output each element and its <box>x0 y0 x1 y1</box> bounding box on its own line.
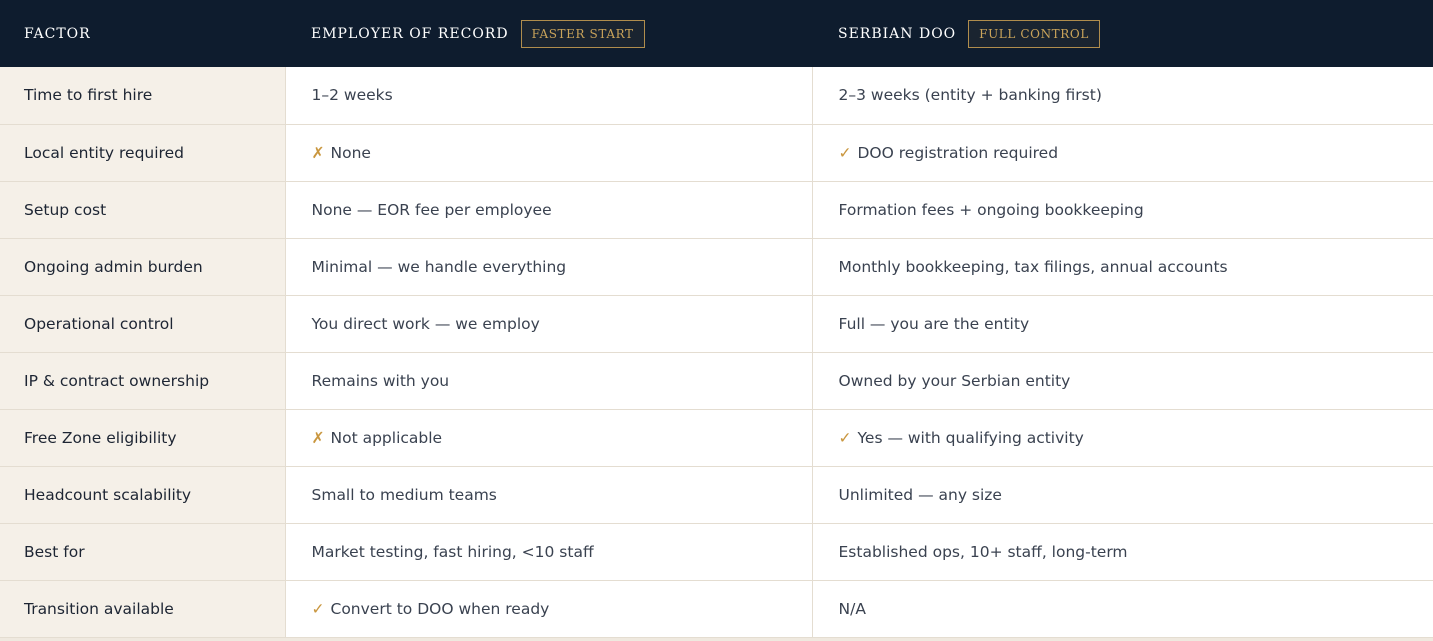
table-row: Free Zone eligibility ✗ Not applicable ✓ Y… <box>0 409 1433 467</box>
factor-cell: Local entity required <box>0 124 286 182</box>
eor-cell: 1–2 weeks <box>285 67 813 125</box>
factor-cell: Headcount scalability <box>0 466 286 524</box>
factor-cell: Free Zone eligibility <box>0 409 286 467</box>
factor-cell: Operational control <box>0 295 286 353</box>
faster-start-badge: FASTER START <box>520 19 645 48</box>
doo-cell: Formation fees + ongoing bookkeeping <box>812 181 1433 239</box>
table-row: Operational control You direct work — we… <box>0 295 1433 353</box>
table-row: Setup cost None — EOR fee per employee F… <box>0 181 1433 239</box>
doo-cell: Established ops, 10+ staff, long-term <box>812 523 1433 581</box>
eor-cell: ✗ Not applicable <box>285 409 813 467</box>
factor-cell: Setup cost <box>0 181 286 239</box>
cross-icon: ✗ <box>311 143 325 162</box>
doo-cell: Full — you are the entity <box>812 295 1433 353</box>
header-factor: FACTOR <box>24 25 91 42</box>
table-row: Headcount scalability Small to medium te… <box>0 466 1433 524</box>
table-bottom-border <box>0 637 1433 641</box>
table-row: Best for Market testing, fast hiring, <1… <box>0 523 1433 581</box>
eor-cell: Small to medium teams <box>285 466 813 524</box>
table-row: Transition available ✓ Convert to DOO whe… <box>0 580 1433 638</box>
doo-cell: N/A <box>812 580 1433 638</box>
table-row: IP & contract ownership Remains with you… <box>0 352 1433 410</box>
table-body: Time to first hire 1–2 weeks 2–3 weeks (… <box>0 67 1433 638</box>
factor-cell: Ongoing admin burden <box>0 238 286 296</box>
check-icon: ✓ <box>838 428 852 447</box>
table-row: Ongoing admin burden Minimal — we handle… <box>0 238 1433 296</box>
comparison-table: FACTOR EMPLOYER OF RECORD FASTER START S… <box>0 0 1433 638</box>
eor-cell: ✗ None <box>285 124 813 182</box>
doo-cell: ✓ DOO registration required <box>812 124 1433 182</box>
factor-cell: Transition available <box>0 580 286 638</box>
table-header: FACTOR EMPLOYER OF RECORD FASTER START S… <box>0 0 1433 67</box>
factor-cell: Time to first hire <box>0 67 286 125</box>
header-eor-title: EMPLOYER OF RECORD <box>311 25 509 42</box>
eor-cell: Minimal — we handle everything <box>285 238 813 296</box>
eor-cell: ✓ Convert to DOO when ready <box>285 580 813 638</box>
eor-cell: Remains with you <box>285 352 813 410</box>
eor-cell: None — EOR fee per employee <box>285 181 813 239</box>
cross-icon: ✗ <box>311 428 325 447</box>
doo-cell: Monthly bookkeeping, tax filings, annual… <box>812 238 1433 296</box>
doo-cell: ✓ Yes — with qualifying activity <box>812 409 1433 467</box>
eor-cell: You direct work — we employ <box>285 295 813 353</box>
table-row: Time to first hire 1–2 weeks 2–3 weeks (… <box>0 67 1433 125</box>
header-eor: EMPLOYER OF RECORD FASTER START <box>285 0 812 67</box>
check-icon: ✓ <box>838 143 852 162</box>
doo-cell: 2–3 weeks (entity + banking first) <box>812 67 1433 125</box>
full-control-badge: FULL CONTROL <box>968 19 1100 48</box>
header-doo: SERBIAN DOO FULL CONTROL <box>812 0 1433 67</box>
factor-cell: IP & contract ownership <box>0 352 286 410</box>
doo-cell: Owned by your Serbian entity <box>812 352 1433 410</box>
header-doo-title: SERBIAN DOO <box>838 25 957 42</box>
doo-cell: Unlimited — any size <box>812 466 1433 524</box>
check-icon: ✓ <box>311 599 325 618</box>
eor-cell: Market testing, fast hiring, <10 staff <box>285 523 813 581</box>
header-row: FACTOR EMPLOYER OF RECORD FASTER START S… <box>0 0 1433 67</box>
factor-cell: Best for <box>0 523 286 581</box>
table-row: Local entity required ✗ None ✓ DOO registr… <box>0 124 1433 182</box>
